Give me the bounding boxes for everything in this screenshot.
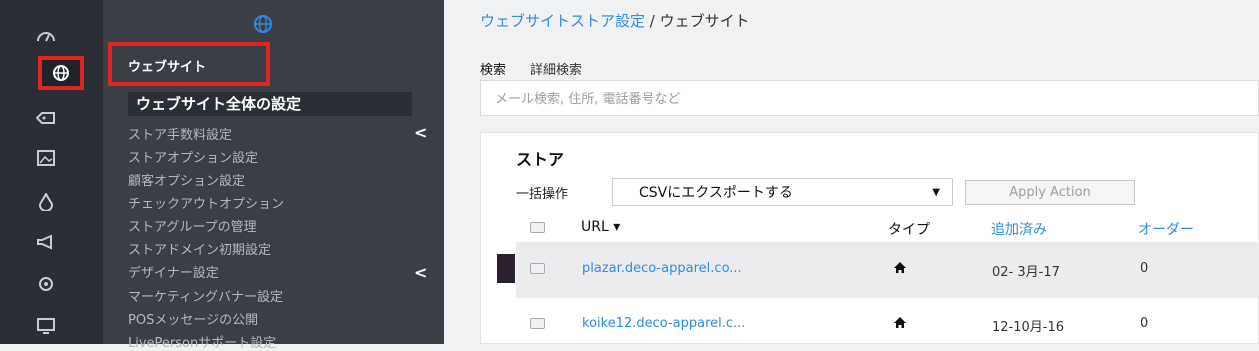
settings-icon[interactable]	[33, 272, 59, 296]
row-marker	[497, 254, 515, 283]
breadcrumb-parent[interactable]: ウェブサイトストア設定	[480, 12, 645, 30]
icon-rail	[0, 0, 103, 344]
sidebar-item[interactable]: ストアドメイン初期設定	[128, 239, 271, 258]
dashboard-icon[interactable]	[33, 24, 59, 48]
caret-down-icon: ▼	[932, 186, 940, 198]
store-added-date: 12-10月-16	[992, 320, 1065, 335]
sidebar-item[interactable]: マーケティングバナー設定	[128, 286, 283, 305]
sidebar-item[interactable]: POSメッセージの公開	[128, 309, 258, 328]
bulk-action-label: 一括操作	[516, 187, 569, 202]
bulk-action-value: CSVにエクスポートする	[639, 185, 793, 201]
tag-icon[interactable]	[33, 106, 59, 130]
breadcrumb-separator: /	[649, 12, 655, 30]
column-url-label: URL	[581, 219, 609, 235]
chevron-left-icon[interactable]: <	[414, 123, 427, 142]
drop-icon[interactable]	[33, 190, 59, 214]
select-all-checkbox[interactable]	[530, 222, 545, 233]
sidebar-item[interactable]: ストアグループの管理	[128, 216, 257, 235]
sidebar-item[interactable]: チェックアウトオプション	[128, 193, 284, 212]
column-orders[interactable]: オーダー	[1138, 219, 1194, 239]
sidebar-item[interactable]: デザイナー設定	[128, 262, 219, 281]
monitor-icon[interactable]	[33, 314, 59, 338]
store-order-count: 0	[1140, 261, 1149, 276]
brand-globe-icon	[253, 14, 273, 39]
home-icon	[893, 315, 907, 333]
tab-search[interactable]: 検索	[480, 59, 507, 82]
breadcrumb: ウェブサイトストア設定 / ウェブサイト	[480, 10, 750, 31]
sidebar-item[interactable]: ストアオプション設定	[128, 147, 258, 166]
bulk-action-select[interactable]: CSVにエクスポートする ▼	[612, 178, 953, 206]
sidebar-item[interactable]: LivePersonサポート設定	[128, 332, 276, 351]
chevron-left-icon[interactable]: <	[414, 263, 427, 282]
image-icon[interactable]	[33, 146, 59, 170]
megaphone-icon[interactable]	[33, 230, 59, 254]
search-box	[480, 80, 1259, 116]
apply-action-button[interactable]: Apply Action	[965, 180, 1135, 205]
sort-caret-icon: ▾	[613, 219, 621, 235]
globe-icon[interactable]	[38, 56, 84, 90]
search-input[interactable]	[493, 87, 1197, 111]
sidebar-item-active[interactable]: ウェブサイト全体の設定	[128, 92, 412, 116]
tab-advanced-search[interactable]: 詳細検索	[530, 59, 582, 78]
column-type[interactable]: タイプ	[888, 219, 930, 239]
sidebar-item[interactable]: ストア手数料設定	[128, 124, 232, 143]
column-url[interactable]: URL ▾	[581, 219, 620, 235]
row-checkbox[interactable]	[530, 318, 545, 329]
store-url-link[interactable]: plazar.deco-apparel.co...	[582, 261, 742, 276]
sidebar-section-title: ウェブサイト	[108, 42, 270, 86]
breadcrumb-current: ウェブサイト	[659, 12, 750, 30]
store-order-count: 0	[1140, 316, 1149, 331]
sidebar-item[interactable]: 顧客オプション設定	[128, 170, 245, 189]
home-icon	[893, 260, 907, 278]
column-added[interactable]: 追加済み	[991, 219, 1047, 239]
store-url-link[interactable]: koike12.deco-apparel.c...	[582, 316, 745, 331]
store-added-date: 02- 3月-17	[992, 265, 1060, 280]
store-card-title: ストア	[516, 150, 565, 169]
row-checkbox[interactable]	[530, 263, 545, 274]
